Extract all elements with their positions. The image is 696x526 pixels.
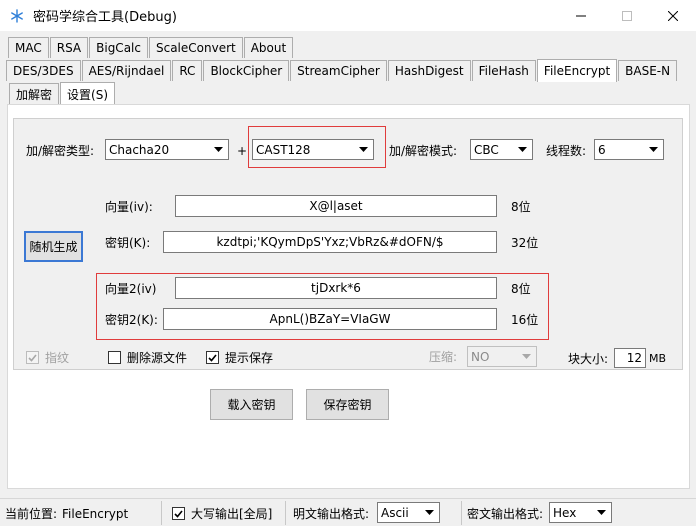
- chevron-down-icon: [514, 141, 531, 158]
- tab-rsa[interactable]: RSA: [49, 37, 89, 58]
- iv-input[interactable]: X@l|aset: [175, 195, 497, 217]
- delete-source-label: 删除源文件: [127, 351, 188, 365]
- tab-row-1: MAC RSA BigCalc ScaleConvert About: [8, 36, 294, 58]
- tab-aes[interactable]: AES/Rijndael: [81, 60, 172, 81]
- key2-bits: 16位: [511, 313, 539, 327]
- tab-hashdigest[interactable]: HashDigest: [387, 60, 471, 81]
- compress-value: NO: [471, 349, 490, 364]
- tab-base-n[interactable]: BASE-N: [618, 60, 678, 81]
- plain-format-label: 明文输出格式:: [293, 507, 370, 521]
- iv-label: 向量(iv):: [105, 200, 153, 214]
- close-icon: [668, 10, 678, 21]
- tab-des[interactable]: DES/3DES: [6, 60, 81, 81]
- tab-fileencrypt[interactable]: FileEncrypt: [536, 59, 618, 82]
- checkmark-icon: [26, 351, 39, 364]
- prompt-save-checkbox[interactable]: 提示保存: [206, 349, 273, 366]
- tab-row-3: 加解密 设置(S): [9, 82, 116, 105]
- iv-bits: 8位: [511, 200, 531, 214]
- status-bar: 当前位置: FileEncrypt 大写输出[全局] 明文输出格式: Ascii…: [0, 498, 696, 526]
- close-button[interactable]: [650, 0, 696, 31]
- save-key-button[interactable]: 保存密钥: [306, 389, 389, 420]
- checkmark-icon: [206, 351, 219, 364]
- delete-source-checkbox[interactable]: 删除源文件: [108, 349, 187, 366]
- cipher-format-value: Hex: [553, 505, 577, 520]
- compress-select[interactable]: NO: [467, 346, 537, 367]
- tab-streamcipher[interactable]: StreamCipher: [290, 60, 387, 81]
- block-size-unit: MB: [649, 352, 667, 365]
- tab-blockcipher[interactable]: BlockCipher: [203, 60, 290, 81]
- cipher2-value: CAST128: [256, 142, 311, 157]
- cipher-type-select[interactable]: Chacha20: [105, 139, 229, 160]
- compress-label: 压缩:: [429, 350, 458, 364]
- chevron-down-icon: [421, 504, 438, 521]
- iv2-bits: 8位: [511, 282, 531, 296]
- mode-value: CBC: [474, 142, 499, 157]
- chevron-down-icon: [355, 141, 372, 158]
- chevron-down-icon: [210, 141, 227, 158]
- fingerprint-label: 指纹: [45, 351, 70, 365]
- uppercase-checkbox[interactable]: 大写输出[全局]: [172, 505, 272, 522]
- location-value: FileEncrypt: [62, 507, 129, 521]
- window-title: 密码学综合工具(Debug): [33, 10, 177, 25]
- minimize-button[interactable]: [558, 0, 604, 31]
- title-bar: 密码学综合工具(Debug): [0, 0, 696, 31]
- key-bits: 32位: [511, 236, 539, 250]
- mode-label: 加/解密模式:: [389, 144, 458, 158]
- key-input[interactable]: kzdtpi;'KQymDpS'Yxz;VbRz&#dOFN/$: [163, 231, 497, 253]
- plus-label: +: [237, 144, 248, 158]
- tab-bigcalc[interactable]: BigCalc: [89, 37, 148, 58]
- chevron-down-icon: [593, 504, 610, 521]
- checkmark-icon: [172, 507, 185, 520]
- maximize-icon: [622, 10, 632, 21]
- key2-input[interactable]: ApnL()BZaY=VIaGW: [163, 308, 497, 330]
- cipher2-select[interactable]: CAST128: [252, 139, 374, 160]
- fingerprint-checkbox[interactable]: 指纹: [26, 349, 69, 366]
- threads-value: 6: [598, 142, 606, 157]
- key2-label: 密钥2(K):: [105, 313, 158, 327]
- threads-label: 线程数:: [546, 144, 587, 158]
- tab-mac[interactable]: MAC: [8, 37, 49, 58]
- checkbox-empty-icon: [108, 351, 121, 364]
- tab-settings[interactable]: 设置(S): [60, 82, 115, 105]
- uppercase-label: 大写输出[全局]: [191, 507, 273, 521]
- snowflake-icon: [9, 8, 25, 24]
- prompt-save-label: 提示保存: [225, 351, 274, 365]
- iv2-input[interactable]: tjDxrk*6: [175, 277, 497, 299]
- maximize-button[interactable]: [604, 0, 650, 31]
- tab-rc[interactable]: RC: [172, 60, 203, 81]
- tab-encrypt-decrypt[interactable]: 加解密: [9, 83, 60, 104]
- tab-filehash[interactable]: FileHash: [471, 60, 536, 81]
- tab-row-2: DES/3DES AES/Rijndael RC BlockCipher Str…: [6, 59, 678, 82]
- mode-select[interactable]: CBC: [470, 139, 533, 160]
- random-generate-button[interactable]: 随机生成: [24, 231, 83, 262]
- key-label: 密钥(K):: [105, 236, 151, 250]
- minimize-icon: [576, 15, 586, 16]
- tab-scaleconvert[interactable]: ScaleConvert: [148, 37, 243, 58]
- chevron-down-icon: [645, 141, 662, 158]
- chevron-down-icon: [518, 348, 535, 365]
- block-size-label: 块大小:: [568, 352, 609, 366]
- cipher-type-value: Chacha20: [109, 142, 170, 157]
- cipher-format-label: 密文输出格式:: [467, 507, 544, 521]
- cipher-format-select[interactable]: Hex: [549, 502, 612, 523]
- block-size-input[interactable]: 12: [614, 348, 646, 368]
- cipher-type-label: 加/解密类型:: [26, 144, 95, 158]
- iv2-label: 向量2(iv): [105, 282, 157, 296]
- plain-format-value: Ascii: [381, 505, 409, 520]
- plain-format-select[interactable]: Ascii: [377, 502, 440, 523]
- load-key-button[interactable]: 载入密钥: [210, 389, 293, 420]
- tab-about[interactable]: About: [243, 37, 294, 58]
- threads-select[interactable]: 6: [594, 139, 664, 160]
- location-label: 当前位置:: [5, 507, 58, 521]
